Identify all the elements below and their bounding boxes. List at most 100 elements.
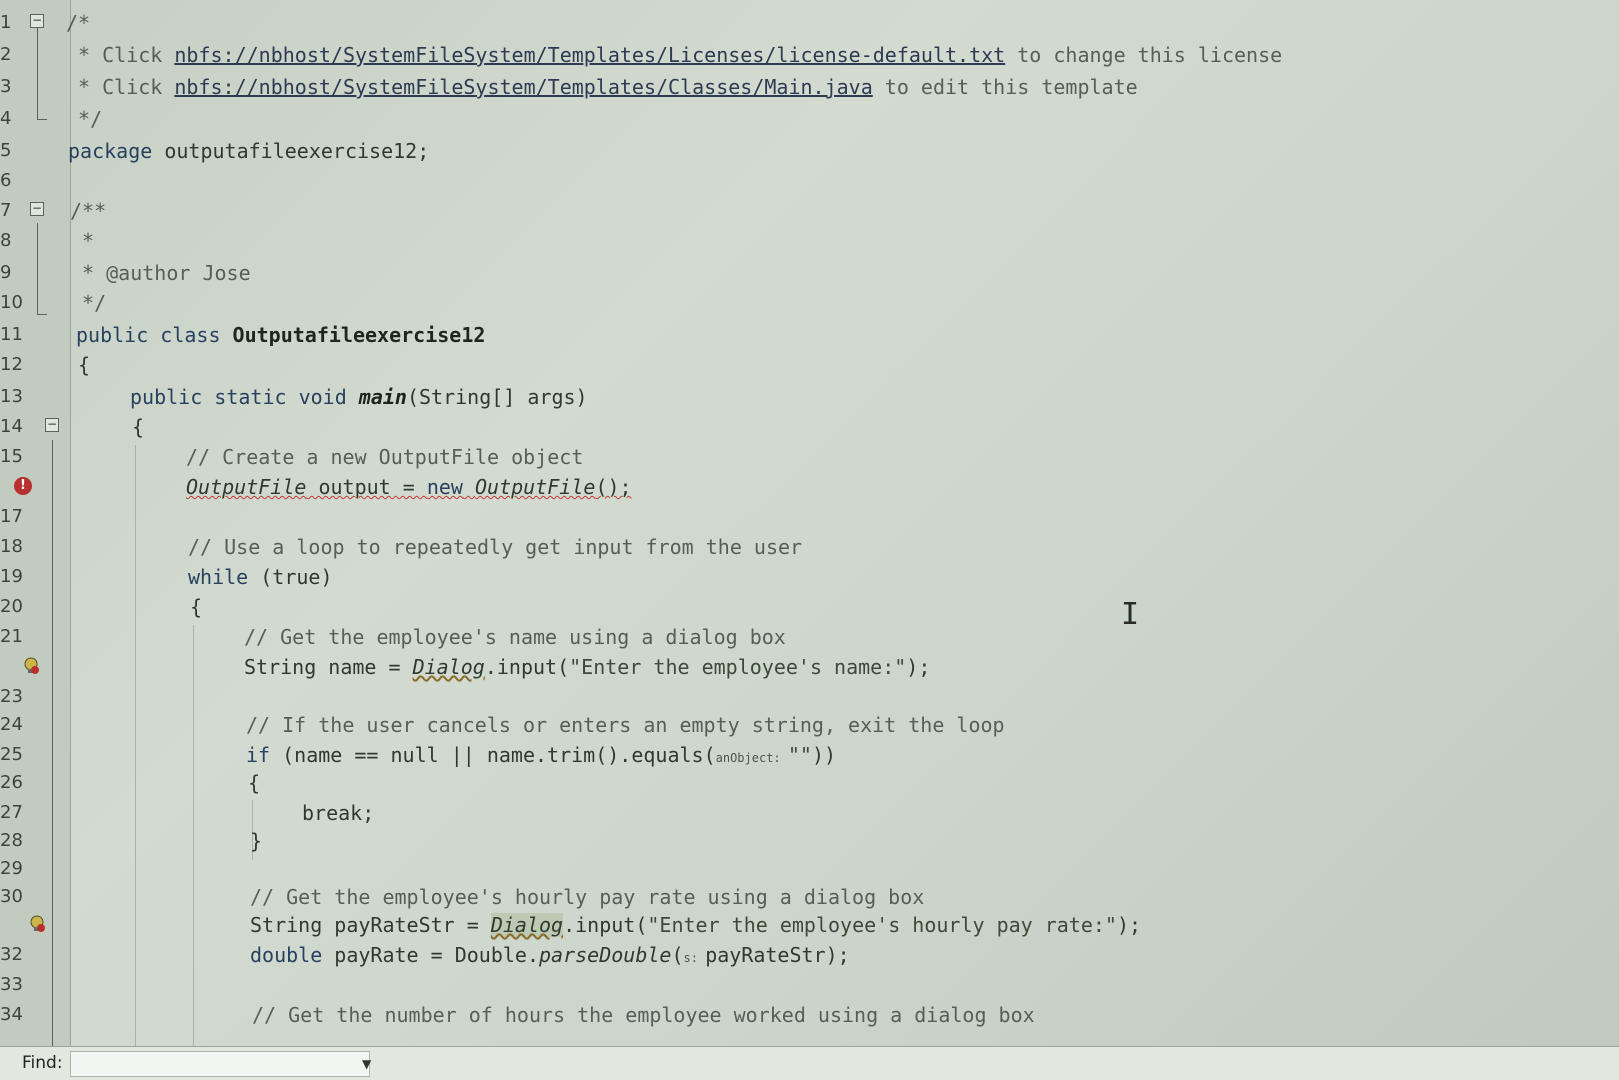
- code-text: OutputFile output = new OutputFile();: [186, 475, 632, 499]
- code-line[interactable]: 18 // Use a loop to repeatedly get input…: [0, 532, 1619, 562]
- code-text: package outputafileexercise12;: [68, 139, 430, 163]
- line-number: 20: [0, 596, 23, 617]
- class-template-link[interactable]: nbfs://nbhost/SystemFileSystem/Templates…: [174, 75, 872, 99]
- code-line[interactable]: 28 }: [0, 826, 1619, 856]
- text-cursor-icon: I: [1121, 597, 1140, 632]
- code-text: /**: [70, 199, 107, 223]
- code-text: String name = Dialog.input("Enter the em…: [244, 655, 931, 679]
- code-line[interactable]: 17: [0, 502, 1619, 532]
- line-number: 7: [0, 200, 12, 221]
- code-text: *: [70, 229, 95, 253]
- code-text: /*: [66, 11, 91, 35]
- line-number: 30: [0, 886, 23, 907]
- code-text: double payRate = Double.parseDouble(s: p…: [250, 943, 850, 967]
- line-number: 29: [0, 858, 23, 879]
- line-number: 33: [0, 974, 23, 995]
- line-number: 26: [0, 772, 23, 793]
- line-number: 13: [0, 386, 23, 407]
- code-text: // Create a new OutputFile object: [186, 445, 584, 469]
- code-text: // Get the number of hours the employee …: [252, 1003, 1035, 1027]
- line-number: 15: [0, 446, 23, 467]
- line-number: 17: [0, 506, 23, 527]
- line-number: 28: [0, 830, 23, 851]
- code-line[interactable]: 4 */: [0, 104, 1619, 134]
- code-line[interactable]: 30 // Get the employee's hourly pay rate…: [0, 882, 1619, 912]
- code-text: break;: [302, 801, 375, 825]
- fold-toggle-icon[interactable]: −: [45, 418, 59, 432]
- code-editor[interactable]: 1 − /* 2 * Click nbfs://nbhost/SystemFil…: [0, 0, 1619, 1080]
- line-number: 9: [0, 262, 12, 283]
- code-text: * Click nbfs://nbhost/SystemFileSystem/T…: [66, 75, 1138, 99]
- code-line[interactable]: 19 while (true): [0, 562, 1619, 592]
- code-line[interactable]: 21 // Get the employee's name using a di…: [0, 622, 1619, 652]
- code-line[interactable]: 12 {: [0, 350, 1619, 380]
- code-text: */: [70, 291, 107, 315]
- lightbulb-icon[interactable]: [28, 914, 46, 934]
- code-line[interactable]: 13 public static void main(String[] args…: [0, 382, 1619, 412]
- code-line[interactable]: 11 public class Outputafileexercise12: [0, 320, 1619, 350]
- line-number: 2: [0, 44, 12, 65]
- line-number: 10: [0, 292, 23, 313]
- code-text: if (name == null || name.trim().equals(a…: [246, 743, 837, 767]
- chevron-down-icon[interactable]: ▼: [362, 1057, 371, 1071]
- code-line[interactable]: 26 {: [0, 768, 1619, 798]
- line-number: 21: [0, 626, 23, 647]
- line-number: 1: [0, 12, 12, 33]
- code-line[interactable]: 5 package outputafileexercise12;: [0, 136, 1619, 166]
- code-line[interactable]: 2 * Click nbfs://nbhost/SystemFileSystem…: [0, 40, 1619, 70]
- code-line[interactable]: 7 − /**: [0, 196, 1619, 226]
- code-line[interactable]: ! OutputFile output = new OutputFile();: [0, 472, 1619, 502]
- code-line[interactable]: 15 // Create a new OutputFile object: [0, 442, 1619, 472]
- code-text: // Use a loop to repeatedly get input fr…: [188, 535, 803, 559]
- line-number: 25: [0, 744, 23, 765]
- line-number: 19: [0, 566, 23, 587]
- fold-toggle-icon[interactable]: −: [30, 14, 44, 28]
- code-line[interactable]: String name = Dialog.input("Enter the em…: [0, 652, 1619, 682]
- code-line[interactable]: 27 break;: [0, 798, 1619, 828]
- code-line[interactable]: 14 − {: [0, 412, 1619, 442]
- code-line[interactable]: 8 *: [0, 226, 1619, 256]
- find-bar: Find: ▼: [0, 1046, 1619, 1080]
- error-icon[interactable]: !: [14, 477, 32, 495]
- code-text: while (true): [188, 565, 333, 589]
- fold-toggle-icon[interactable]: −: [30, 202, 44, 216]
- code-line[interactable]: 34 // Get the number of hours the employ…: [0, 1000, 1619, 1030]
- code-line[interactable]: 23: [0, 682, 1619, 712]
- parameter-hint: anObject:: [715, 751, 788, 765]
- code-line[interactable]: 9 * @author Jose: [0, 258, 1619, 288]
- code-line[interactable]: 3 * Click nbfs://nbhost/SystemFileSystem…: [0, 72, 1619, 102]
- code-line[interactable]: 24 // If the user cancels or enters an e…: [0, 710, 1619, 740]
- line-number: 14: [0, 416, 23, 437]
- line-number: 11: [0, 324, 23, 345]
- license-template-link[interactable]: nbfs://nbhost/SystemFileSystem/Templates…: [174, 43, 1005, 67]
- code-text: }: [250, 829, 263, 853]
- code-line[interactable]: 1 − /*: [0, 8, 1619, 38]
- code-text: public static void main(String[] args): [130, 385, 588, 409]
- code-text: * @author Jose: [70, 261, 251, 285]
- code-text: // If the user cancels or enters an empt…: [246, 713, 1005, 737]
- code-line[interactable]: 6: [0, 166, 1619, 196]
- code-line[interactable]: 10 */: [0, 288, 1619, 318]
- code-text: {: [248, 771, 261, 795]
- line-number: 8: [0, 230, 12, 251]
- line-number: 24: [0, 714, 23, 735]
- line-number: 6: [0, 170, 12, 191]
- find-input[interactable]: [70, 1051, 370, 1077]
- line-number: 5: [0, 140, 12, 161]
- parameter-hint: s:: [683, 951, 706, 965]
- code-line[interactable]: String payRateStr = Dialog.input("Enter …: [0, 910, 1619, 940]
- line-number: 3: [0, 76, 12, 97]
- code-line[interactable]: 29: [0, 854, 1619, 884]
- code-text: String payRateStr = Dialog.input("Enter …: [250, 913, 1142, 937]
- lightbulb-icon[interactable]: [22, 656, 40, 676]
- code-text: public class Outputafileexercise12: [76, 323, 486, 347]
- code-text: // Get the employee's hourly pay rate us…: [250, 885, 925, 909]
- line-number: 32: [0, 944, 23, 965]
- code-line[interactable]: 33: [0, 970, 1619, 1000]
- code-text: {: [132, 415, 145, 439]
- line-number: 27: [0, 802, 23, 823]
- code-line[interactable]: 25 if (name == null || name.trim().equal…: [0, 740, 1619, 770]
- code-line[interactable]: 32 double payRate = Double.parseDouble(s…: [0, 940, 1619, 970]
- code-line[interactable]: 20 {: [0, 592, 1619, 622]
- code-text: {: [190, 595, 203, 619]
